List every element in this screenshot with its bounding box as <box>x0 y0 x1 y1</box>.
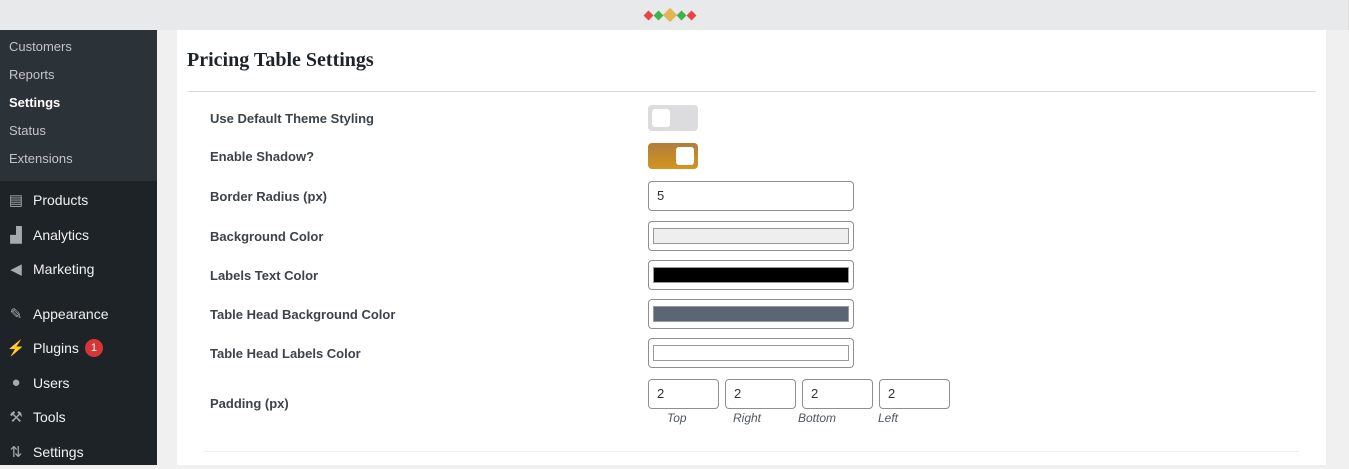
submenu-reports[interactable]: Reports <box>0 61 157 89</box>
padding-right-label: Right <box>733 411 761 425</box>
submenu-extensions[interactable]: Extensions <box>0 145 157 173</box>
submenu-settings[interactable]: Settings <box>0 89 157 117</box>
field-label: Background Color <box>210 229 648 244</box>
menu-products[interactable]: ▤ Products <box>0 183 157 218</box>
padding-left-input[interactable]: 2 <box>879 379 950 409</box>
submenu-status[interactable]: Status <box>0 117 157 145</box>
menu-tools[interactable]: ⚒ Tools <box>0 400 157 435</box>
settings-submenu: Customers Reports Settings Status Extens… <box>0 30 157 181</box>
wrench-icon: ⚒ <box>7 409 25 425</box>
loader-dots-icon <box>645 10 695 20</box>
sliders-icon: ⇅ <box>7 444 25 460</box>
settings-panel: Pricing Table Settings Use Default Theme… <box>177 30 1326 465</box>
menu-analytics[interactable]: ▟ Analytics <box>0 218 157 253</box>
menu-label: Marketing <box>33 261 94 277</box>
labels-text-color-picker[interactable] <box>648 260 854 290</box>
field-label: Border Radius (px) <box>210 189 648 204</box>
update-count-badge: 1 <box>85 339 103 357</box>
megaphone-icon: ◀ <box>7 261 25 277</box>
plugin-icon: ⚡ <box>7 340 25 356</box>
default-styling-toggle[interactable] <box>648 105 698 131</box>
user-icon: ● <box>7 375 25 391</box>
background-color-picker[interactable] <box>648 221 854 251</box>
padding-bottom-label: Bottom <box>798 411 836 425</box>
top-bar <box>0 0 1349 30</box>
table-head-labels-color-picker[interactable] <box>648 338 854 368</box>
padding-bottom-input[interactable]: 2 <box>802 379 873 409</box>
menu-label: Settings <box>33 444 84 460</box>
menu-users[interactable]: ● Users <box>0 366 157 401</box>
menu-label: Appearance <box>33 306 109 322</box>
field-label: Enable Shadow? <box>210 149 648 164</box>
menu-label: Products <box>33 192 88 208</box>
divider <box>204 451 1299 452</box>
archive-icon: ▤ <box>7 192 25 208</box>
field-label: Labels Text Color <box>210 268 648 283</box>
menu-marketing[interactable]: ◀ Marketing <box>0 252 157 287</box>
menu-plugins[interactable]: ⚡ Plugins 1 <box>0 331 157 366</box>
menu-label: Analytics <box>33 227 89 243</box>
menu-label: Users <box>33 375 70 391</box>
page-title: Pricing Table Settings <box>187 49 374 72</box>
paintbrush-icon: ✎ <box>7 306 25 322</box>
padding-top-input[interactable]: 2 <box>648 379 719 409</box>
padding-left-label: Left <box>878 411 898 425</box>
bar-chart-icon: ▟ <box>7 227 25 243</box>
table-head-bg-color-picker[interactable] <box>648 299 854 329</box>
menu-appearance[interactable]: ✎ Appearance <box>0 297 157 332</box>
border-radius-input[interactable]: 5 <box>648 181 854 211</box>
shadow-toggle[interactable] <box>648 143 698 169</box>
menu-label: Plugins <box>33 340 79 356</box>
submenu-customers[interactable]: Customers <box>0 33 157 61</box>
field-label: Use Default Theme Styling <box>210 111 648 126</box>
menu-label: Tools <box>33 409 66 425</box>
padding-right-input[interactable]: 2 <box>725 379 796 409</box>
field-label: Padding (px) <box>210 396 648 411</box>
padding-top-label: Top <box>667 411 687 425</box>
field-label: Table Head Background Color <box>210 307 648 322</box>
admin-sidebar: Customers Reports Settings Status Extens… <box>0 30 157 465</box>
divider <box>187 91 1316 92</box>
field-label: Table Head Labels Color <box>210 346 648 361</box>
menu-settings[interactable]: ⇅ Settings <box>0 435 157 469</box>
